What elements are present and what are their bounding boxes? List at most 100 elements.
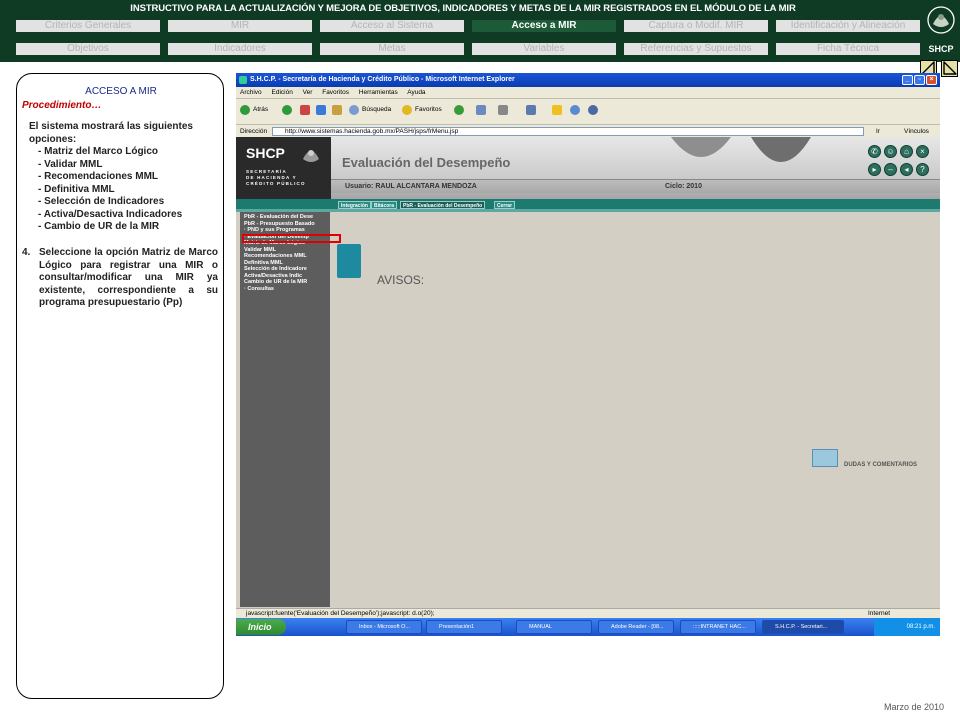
avisos-label: AVISOS: (377, 273, 425, 287)
nav-tab-acceso-al-sistema[interactable]: Acceso al Sistema (320, 20, 464, 32)
people-icon[interactable]: ☺ (884, 145, 897, 158)
nav-tab-mir[interactable]: MIR (168, 20, 312, 32)
banner-decoration (671, 137, 811, 162)
menu-item[interactable]: · Consultas (244, 286, 326, 293)
menu-tools[interactable]: Herramientas (359, 89, 398, 96)
option-item: - Recomendaciones MML (38, 171, 159, 182)
nav-tab-ficha-t-cnica[interactable]: Ficha Técnica (776, 43, 920, 55)
logo-sub-3: CRÉDITO PÚBLICO (246, 181, 306, 186)
close-icon[interactable]: × (916, 145, 929, 158)
shcp-logo: SHCP (922, 6, 960, 62)
logo-label: SHCP (928, 44, 953, 54)
nav-tab-objetivos[interactable]: Objetivos (16, 43, 160, 55)
menu-favorites[interactable]: Favoritos (322, 89, 349, 96)
close-button[interactable]: × (926, 75, 937, 85)
phone-icon[interactable]: ✆ (868, 145, 881, 158)
task-item[interactable]: MANUAL (516, 620, 592, 634)
nav-tab-variables[interactable]: Variables (472, 43, 616, 55)
web-content: SHCP SECRETARÍA DE HACIENDA Y CRÉDITO PÚ… (236, 137, 940, 608)
favorites-icon[interactable] (402, 105, 412, 115)
task-item[interactable]: :::::INTRANET HAC... (680, 620, 756, 634)
site-logo: SHCP SECRETARÍA DE HACIENDA Y CRÉDITO PÚ… (236, 137, 331, 199)
step-4: 4. Seleccione la opción Matriz de Marco … (22, 247, 218, 310)
highlight-box (242, 234, 341, 243)
site-logo-subtitle: SECRETARÍA DE HACIENDA Y CRÉDITO PÚBLICO (246, 169, 306, 187)
forward-icon[interactable] (282, 105, 292, 115)
option-item: - Validar MML (38, 158, 103, 170)
ie-toolbar: Atrás Búsqueda Favoritos (236, 98, 940, 124)
refresh-icon[interactable] (316, 105, 326, 115)
help-icon[interactable]: ? (916, 163, 929, 176)
stop-icon[interactable] (300, 105, 310, 115)
messenger-icon[interactable] (570, 105, 580, 115)
menu-view[interactable]: Ver (303, 89, 313, 96)
cycle-label: Ciclo: 2010 (665, 183, 702, 190)
nav-tab-identificaci-n-y-alineaci-n[interactable]: Identificación y Alineación (776, 20, 920, 32)
play-icon[interactable]: ▸ (868, 163, 881, 176)
option-item: - Definitiva MML (38, 183, 115, 195)
next-slide-icon[interactable] (941, 60, 958, 77)
tab-strip (236, 209, 940, 212)
ie-titlebar: S.H.C.P. - Secretaría de Hacienda y Créd… (236, 73, 940, 87)
site-logo-text: SHCP (246, 145, 285, 161)
maximize-button[interactable]: ▫ (914, 75, 925, 85)
user-bar: Usuario: RAUL ALCANTARA MENDOZA Ciclo: 2… (331, 179, 940, 193)
step-number: 4. (22, 247, 31, 258)
edit-icon[interactable] (526, 105, 536, 115)
people-icon[interactable] (588, 105, 598, 115)
history-icon[interactable] (454, 105, 464, 115)
search-icon[interactable] (349, 105, 359, 115)
minimize-button[interactable]: _ (902, 75, 913, 85)
mail-icon[interactable] (812, 449, 838, 467)
ie-addressbar: Dirección http://www.sistemas.hacienda.g… (236, 124, 940, 137)
nav-tab-captura-o-modif-mir[interactable]: Captura o Modif. MIR (624, 20, 768, 32)
tab-cerrar[interactable]: Cerrar (494, 201, 516, 209)
home-icon[interactable] (332, 105, 342, 115)
start-button[interactable]: Inicio (236, 619, 286, 635)
nav-tab-acceso-a-mir[interactable]: Acceso a MIR (472, 20, 616, 32)
minus-icon[interactable]: – (884, 163, 897, 176)
back-icon[interactable]: ◂ (900, 163, 913, 176)
ie-window-icon (239, 76, 247, 84)
back-icon[interactable] (240, 105, 250, 115)
back-label[interactable]: Atrás (253, 106, 268, 113)
status-text: javascript:fuente('Evaluación del Desemp… (246, 610, 435, 617)
favorites-label[interactable]: Favoritos (415, 106, 442, 113)
taskbar: Inicio Inbox - Microsoft O... Presentaci… (236, 618, 940, 636)
menu-help[interactable]: Ayuda (407, 89, 425, 96)
nav-tab-indicadores[interactable]: Indicadores (168, 43, 312, 55)
site-left-menu: PbR - Evaluación del Dese PbR - Presupue… (240, 212, 330, 607)
instruction-panel: ACCESO A MIR Procedimiento… El sistema m… (16, 73, 224, 699)
option-item: - Activa/Desactiva Indicadores (38, 208, 183, 220)
tab-integracion[interactable]: Integración (338, 201, 371, 209)
print-icon[interactable] (498, 105, 508, 115)
ie-menubar: Archivo Edición Ver Favoritos Herramient… (236, 87, 940, 98)
panel-title: ACCESO A MIR (85, 86, 157, 97)
search-label[interactable]: Búsqueda (362, 106, 391, 113)
panel-intro: El sistema mostrará las siguientes opcio… (29, 121, 193, 145)
folder-icon[interactable] (552, 105, 562, 115)
menu-edit[interactable]: Edición (272, 89, 293, 96)
site-title: Evaluación del Desempeño (342, 155, 511, 170)
menu-file[interactable]: Archivo (240, 89, 262, 96)
site-banner: SHCP SECRETARÍA DE HACIENDA Y CRÉDITO PÚ… (236, 137, 940, 199)
tab-bitacora[interactable]: Bitácora (371, 201, 398, 209)
mail-icon[interactable] (476, 105, 486, 115)
address-input[interactable]: http://www.sistemas.hacienda.gob.mx/PASH… (272, 127, 864, 136)
avisos-icon (337, 244, 361, 278)
option-item: - Cambio de UR de la MIR (38, 221, 160, 232)
task-item[interactable]: Presentación1 (426, 620, 502, 634)
home-icon[interactable]: ⌂ (900, 145, 913, 158)
options-list: - Matriz del Marco Lógico - Validar MML … (38, 146, 182, 234)
nav-tab-referencias-y-supuestos[interactable]: Referencias y Supuestos (624, 43, 768, 55)
nav-tab-criterios-generales[interactable]: Criterios Generales (16, 20, 160, 32)
site-tabs: Integración Bitácora PbR - Evaluación de… (236, 199, 940, 209)
task-item[interactable]: Adobe Reader - [08... (598, 620, 674, 634)
tab-pbr-evaluacion[interactable]: PbR - Evaluación del Desempeño (400, 201, 486, 209)
task-item[interactable]: Inbox - Microsoft O... (346, 620, 422, 634)
task-item-active[interactable]: S.H.C.P. - Secretari... (762, 620, 844, 634)
panel-subtitle: Procedimiento… (22, 100, 102, 111)
nav-tab-metas[interactable]: Metas (320, 43, 464, 55)
option-item: - Selección de Indicadores (38, 196, 165, 207)
dudas-link[interactable]: DUDAS Y COMENTARIOS (844, 462, 917, 468)
